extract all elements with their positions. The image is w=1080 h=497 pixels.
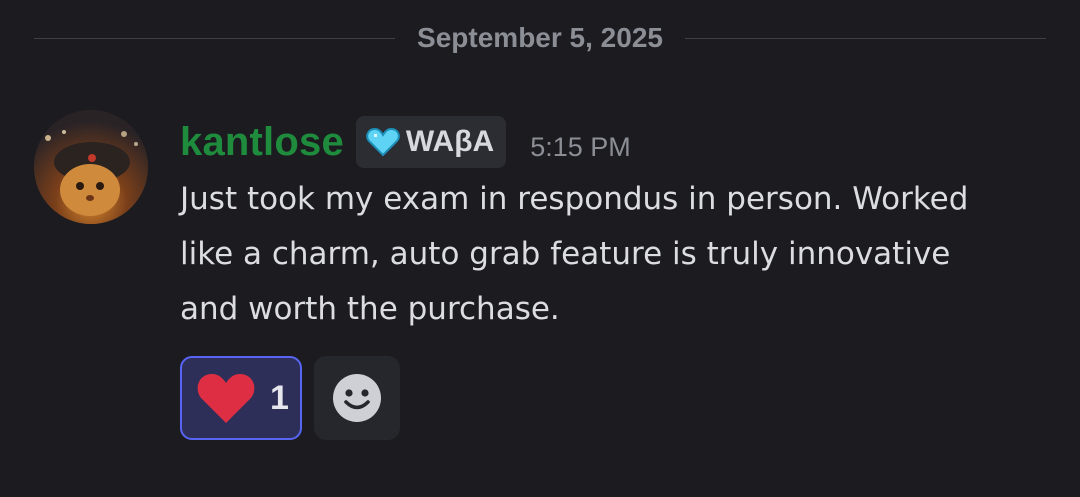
message-line: like a charm, auto grab feature is truly…	[180, 236, 951, 272]
date-divider: September 5, 2025	[34, 18, 1047, 58]
heart-reaction-button[interactable]: 1	[180, 356, 302, 440]
avatar-cat-icon	[34, 110, 148, 224]
message-line: Just took my exam in respondus in person…	[180, 181, 969, 217]
reaction-count: 1	[270, 378, 289, 417]
message-header: kantlose WAβA 5:15 PM	[180, 114, 631, 170]
guild-tag-label: WAβA	[405, 125, 495, 158]
reaction-bar: 1	[180, 356, 400, 440]
divider-date: September 5, 2025	[417, 22, 663, 53]
message-timestamp: 5:15 PM	[530, 131, 631, 162]
guild-tag[interactable]: WAβA	[355, 116, 507, 168]
divider-line-left	[34, 37, 396, 39]
divider-line-right	[684, 37, 1047, 39]
blue-heart-icon	[366, 127, 400, 157]
smiley-face-icon	[333, 374, 381, 422]
avatar[interactable]	[34, 110, 148, 224]
add-reaction-button[interactable]	[314, 356, 400, 440]
author-name[interactable]: kantlose	[180, 120, 344, 165]
message-content: Just took my exam in respondus in person…	[180, 172, 1050, 337]
message-line: and worth the purchase.	[180, 291, 560, 327]
chat-message-view: September 5, 2025 kantlose WAβA 5:15 PM …	[0, 0, 1080, 497]
red-heart-icon	[197, 373, 255, 423]
